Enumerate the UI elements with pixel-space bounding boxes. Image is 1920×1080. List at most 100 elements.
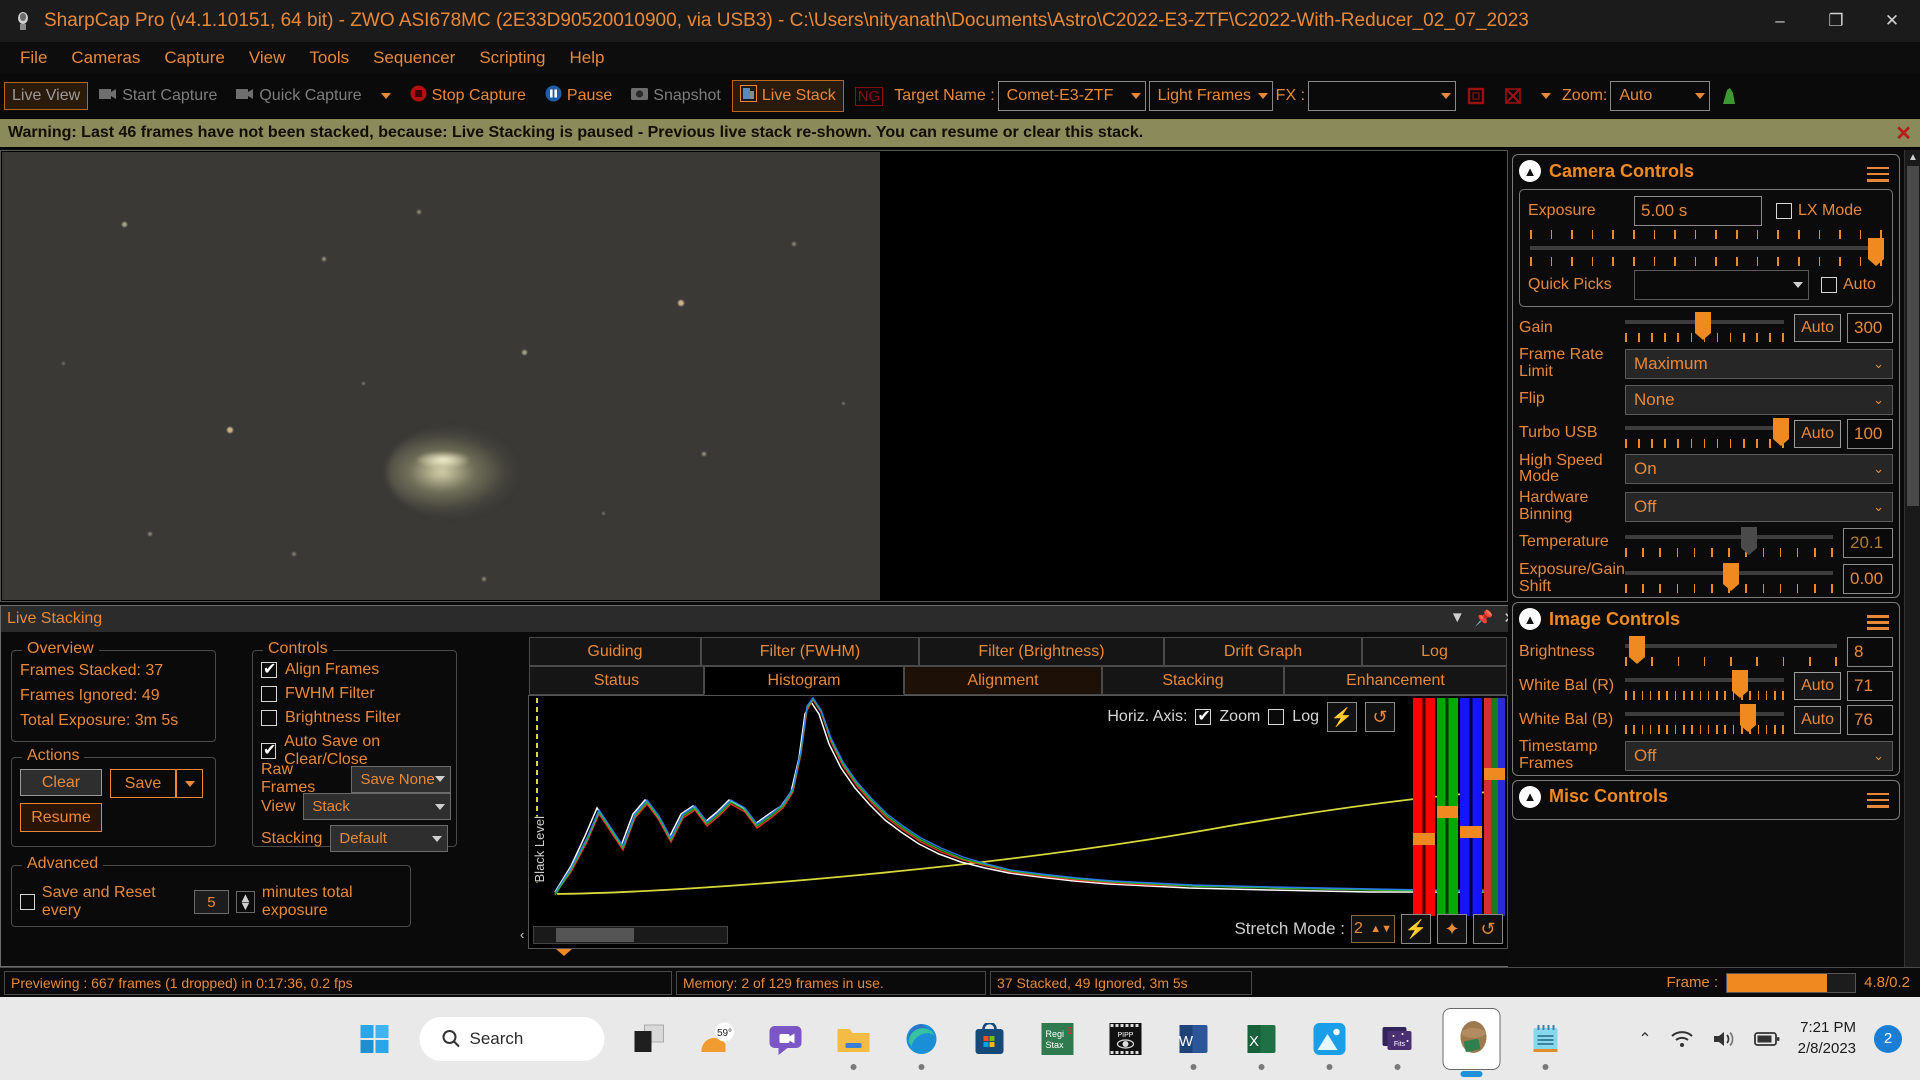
histogram-plot[interactable]: Black Level Horiz. Axis: Zoom Log ⚡ ↺: [520, 695, 1508, 956]
tab-filter-fwhm[interactable]: Filter (FWHM): [701, 637, 919, 666]
file-explorer-icon[interactable]: [831, 1016, 877, 1070]
gain-slider-thumb[interactable]: [1694, 312, 1711, 340]
histogram-toolbar-button[interactable]: [1713, 82, 1751, 110]
stacking-select[interactable]: Default: [330, 825, 449, 852]
tab-filter-brightness[interactable]: Filter (Brightness): [919, 637, 1164, 666]
right-panel-scrollbar[interactable]: ▲: [1904, 150, 1920, 967]
wifi-icon[interactable]: [1670, 1029, 1694, 1049]
show-hidden-icons-button[interactable]: ⌃: [1638, 1029, 1651, 1049]
misc-controls-header[interactable]: ▲ Misc Controls: [1513, 781, 1899, 813]
excel-icon[interactable]: X: [1239, 1016, 1285, 1070]
temperature-slider-track[interactable]: [1625, 526, 1833, 555]
white-bal-b-value[interactable]: 76: [1847, 705, 1893, 736]
high-speed-select[interactable]: On ⌄: [1625, 454, 1893, 485]
taskbar-search[interactable]: Search: [419, 1016, 605, 1061]
white-bal-r-auto-button[interactable]: Auto: [1794, 672, 1841, 701]
histogram-hscrollbar[interactable]: ‹: [520, 926, 728, 956]
fwhm-filter-row[interactable]: FWHM Filter: [261, 685, 375, 703]
brightness-filter-row[interactable]: Brightness Filter: [261, 709, 401, 727]
rgb-level-bars[interactable]: [1413, 698, 1505, 916]
tab-log[interactable]: Log: [1362, 637, 1507, 666]
raw-frames-select[interactable]: Save None: [351, 765, 451, 793]
zoom-combo[interactable]: Auto: [1610, 81, 1711, 111]
weather-widget[interactable]: 59°: [695, 1016, 741, 1062]
clear-roi-button[interactable]: [1496, 82, 1530, 110]
exposure-gain-shift-slider-track[interactable]: [1625, 562, 1833, 591]
image-controls-menu-icon[interactable]: [1867, 611, 1889, 633]
microsoft-store-icon[interactable]: [967, 1016, 1013, 1062]
white-bal-b-slider-thumb[interactable]: [1739, 704, 1756, 733]
hscroll-thumb[interactable]: [556, 928, 634, 956]
collapse-icon[interactable]: ▼: [1450, 609, 1465, 627]
exposure-slider-thumb[interactable]: [1867, 238, 1884, 266]
notification-badge[interactable]: 2: [1874, 1024, 1902, 1053]
align-frames-checkbox[interactable]: [261, 659, 277, 679]
quick-capture-button[interactable]: Quick Capture: [228, 82, 369, 111]
live-stack-button[interactable]: Live Stack: [731, 80, 844, 112]
right-scroll-thumb[interactable]: [1907, 166, 1919, 506]
temperature-slider-thumb[interactable]: [1741, 526, 1758, 555]
pause-button[interactable]: Pause: [537, 80, 620, 112]
blue-channel-bar[interactable]: [1460, 698, 1482, 916]
close-button[interactable]: ✕: [1864, 0, 1920, 42]
brightness-value[interactable]: 8: [1847, 637, 1893, 668]
auto-stretch-icon-button[interactable]: ⚡: [1327, 702, 1357, 732]
start-capture-button[interactable]: Start Capture: [91, 82, 225, 111]
turbo-usb-value[interactable]: 100: [1847, 418, 1893, 449]
exposure-gain-shift-value[interactable]: 0.00: [1843, 563, 1893, 594]
lx-mode-checkbox[interactable]: [1776, 203, 1792, 219]
warning-close-button[interactable]: ✕: [1895, 121, 1912, 146]
menu-scripting[interactable]: Scripting: [467, 44, 557, 72]
menu-view[interactable]: View: [237, 44, 298, 72]
edge-browser-icon[interactable]: [899, 1016, 945, 1070]
camera-image-view[interactable]: [2, 152, 880, 600]
view-select[interactable]: Stack: [303, 793, 451, 820]
tab-enhancement[interactable]: Enhancement: [1284, 666, 1507, 695]
timestamp-frames-select[interactable]: Off ⌄: [1625, 741, 1893, 772]
menu-help[interactable]: Help: [557, 44, 616, 72]
sharpcap-taskbar-icon[interactable]: [1442, 1007, 1501, 1077]
gain-value[interactable]: 300: [1847, 313, 1893, 343]
quick-picks-select[interactable]: [1634, 270, 1809, 300]
tab-guiding[interactable]: Guiding: [529, 637, 701, 666]
turbo-usb-slider-thumb[interactable]: [1772, 417, 1789, 446]
align-frames-row[interactable]: Align Frames: [261, 659, 379, 679]
snapshot-button[interactable]: Snapshot: [623, 81, 729, 111]
roi-dropdown-button[interactable]: [1533, 88, 1559, 104]
stretch-bolt-icon-button[interactable]: ⚡: [1401, 914, 1431, 944]
exposure-slider-track[interactable]: [1530, 238, 1884, 266]
teams-icon[interactable]: [763, 1016, 809, 1062]
turbo-usb-auto-button[interactable]: Auto: [1794, 419, 1841, 448]
battery-icon[interactable]: [1753, 1030, 1780, 1048]
auto-save-checkbox[interactable]: [261, 740, 276, 760]
exposure-gain-shift-slider-thumb[interactable]: [1722, 562, 1739, 591]
tab-stacking[interactable]: Stacking: [1102, 666, 1284, 695]
target-name-combo[interactable]: Comet-E3-ZTF: [997, 81, 1146, 111]
stretch-star-icon-button[interactable]: ✦: [1437, 914, 1467, 944]
log-checkbox[interactable]: [1268, 709, 1285, 725]
menu-cameras[interactable]: Cameras: [59, 44, 152, 72]
save-button[interactable]: Save: [110, 769, 176, 798]
live-view-button[interactable]: Live View: [4, 82, 89, 110]
save-dropdown-button[interactable]: [176, 769, 203, 798]
save-reset-checkbox[interactable]: [20, 894, 35, 910]
hardware-binning-select[interactable]: Off ⌄: [1625, 491, 1893, 522]
brightness-filter-checkbox[interactable]: [261, 710, 277, 726]
image-controls-header[interactable]: ▲ Image Controls: [1513, 603, 1899, 635]
red-channel-bar[interactable]: [1413, 698, 1435, 916]
white-bal-b-auto-button[interactable]: Auto: [1794, 706, 1841, 735]
taskbar-clock[interactable]: 7:21 PM 2/8/2023: [1798, 1018, 1856, 1059]
resume-button[interactable]: Resume: [20, 803, 102, 832]
tab-histogram[interactable]: Histogram: [704, 666, 904, 695]
notepad-icon[interactable]: [1523, 1016, 1569, 1070]
image-canvas[interactable]: [0, 150, 1508, 602]
registax-icon[interactable]: Regi Stax 6: [1035, 1016, 1081, 1062]
gain-auto-button[interactable]: Auto: [1794, 314, 1841, 342]
reset-stretch-icon-button[interactable]: ↺: [1365, 702, 1395, 732]
flip-select[interactable]: None ⌄: [1625, 384, 1893, 415]
brightness-slider-thumb[interactable]: [1629, 636, 1646, 665]
menu-file[interactable]: File: [8, 44, 59, 72]
word-icon[interactable]: W: [1171, 1016, 1217, 1070]
misc-controls-menu-icon[interactable]: [1867, 789, 1889, 811]
menu-tools[interactable]: Tools: [297, 44, 361, 72]
